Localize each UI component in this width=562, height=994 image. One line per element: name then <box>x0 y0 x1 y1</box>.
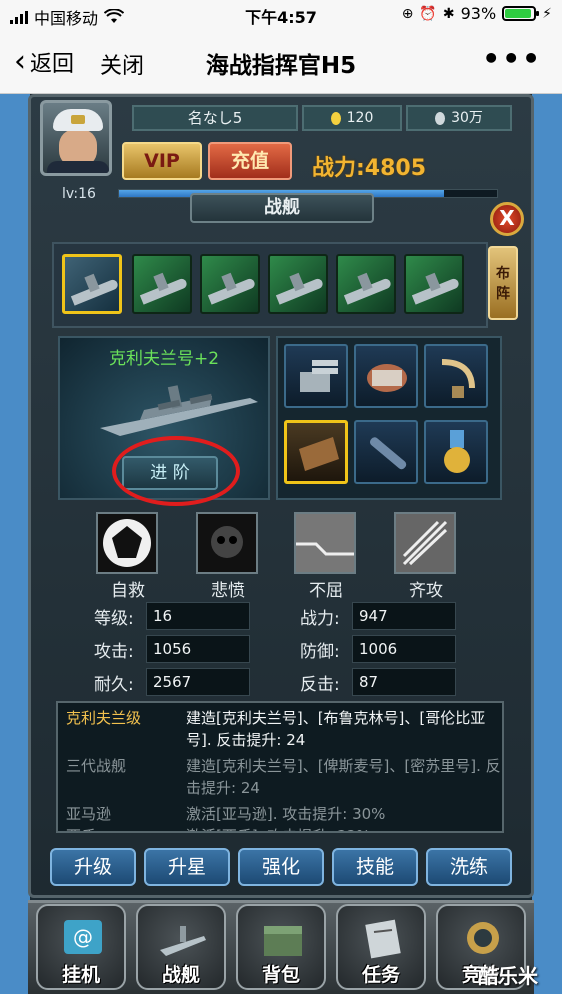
nav-bar: ‹ 返回 关闭 海战指挥官H5 ••• <box>0 30 562 94</box>
gold-coin-icon <box>330 111 341 125</box>
equip-medal-slot[interactable] <box>424 420 488 484</box>
more-menu-button[interactable]: ••• <box>482 42 542 75</box>
stat-power-label: 战力: <box>300 609 340 629</box>
stat-attack-label: 攻击: <box>94 642 134 662</box>
equip-radar-slot[interactable] <box>424 344 488 408</box>
star-up-button[interactable]: 升星 <box>144 848 230 886</box>
radar-icon <box>441 359 475 398</box>
deploy-button[interactable]: 布阵 <box>488 246 518 320</box>
svg-text:@: @ <box>73 925 93 949</box>
refine-button[interactable]: 洗练 <box>426 848 512 886</box>
ship-name: 克利夫兰号+2 <box>108 349 220 369</box>
watermark: 酷乐米 <box>478 964 538 988</box>
side-edge-left <box>0 94 30 994</box>
side-edge-right <box>532 94 562 994</box>
vip-button[interactable]: VIP <box>122 142 202 180</box>
backpack-icon <box>264 926 302 956</box>
player-avatar[interactable] <box>40 100 112 176</box>
skill-button[interactable]: 技能 <box>332 848 418 886</box>
nav-idle-button[interactable]: @ 挂机 <box>36 904 126 990</box>
stat-attack-value: 1056 <box>146 635 250 663</box>
player-level: lv:16 <box>62 186 96 202</box>
nav-mission-button[interactable]: 任务 <box>336 904 426 990</box>
status-bar: 中国移动 下午4:57 ⊕ ⏰ ✱ 93% ⚡ <box>0 0 562 30</box>
annotation-circle <box>112 436 240 506</box>
warship-icon <box>160 926 206 956</box>
stat-defense-value: 1006 <box>352 635 456 663</box>
torpedo-icon <box>369 437 407 470</box>
alarm-icon: ⏰ <box>419 5 437 22</box>
panel-title: 战舰 <box>190 193 374 223</box>
mission-icon <box>365 919 401 959</box>
orientation-lock-icon: ⊕ <box>401 5 414 22</box>
equip-torpedo-slot[interactable] <box>354 420 418 484</box>
silver-amount: 30万 <box>451 110 483 126</box>
enhance-button[interactable]: 强化 <box>238 848 324 886</box>
ship-slot-4[interactable] <box>268 254 328 314</box>
equip-turret-slot[interactable] <box>284 344 348 408</box>
engine-icon <box>367 364 407 392</box>
stat-counter-label: 反击: <box>300 675 340 695</box>
ship-slot-3[interactable] <box>200 254 260 314</box>
recharge-button[interactable]: 充值 <box>208 142 292 180</box>
nav-warship-button[interactable]: 战舰 <box>136 904 226 990</box>
upgrade-button[interactable]: 升级 <box>50 848 136 886</box>
bluetooth-icon: ✱ <box>442 5 455 22</box>
silver-display: 30万 <box>406 105 512 131</box>
stat-power-value: 947 <box>352 602 456 630</box>
ship-slot-5[interactable] <box>336 254 396 314</box>
page-title: 海战指挥官H5 <box>205 53 357 79</box>
ship-slot-2[interactable] <box>132 254 192 314</box>
stat-defense-label: 防御: <box>300 642 340 662</box>
battleship-image <box>100 385 258 436</box>
stat-durability-value: 2567 <box>146 668 250 696</box>
armor-plate-icon <box>299 437 339 471</box>
nav-backpack-button[interactable]: 背包 <box>236 904 326 990</box>
skull-skill-icon[interactable] <box>196 512 258 574</box>
total-power: 战力:4805 <box>312 156 427 181</box>
volley-skill-icon[interactable] <box>394 512 456 574</box>
ship-slot-1[interactable] <box>62 254 122 314</box>
skill-label: 自救 <box>111 581 145 601</box>
shield-skill-icon[interactable] <box>96 512 158 574</box>
stat-level-value: 16 <box>146 602 250 630</box>
skill-label: 齐攻 <box>409 581 443 601</box>
turret-icon <box>300 360 338 392</box>
bond-info-list[interactable]: 克利夫兰级 建造[克利夫兰号]、[布鲁克林号]、[哥伦比亚号]. 反击提升: 2… <box>56 701 504 833</box>
skill-label: 悲愤 <box>211 581 245 601</box>
equip-armor-slot[interactable] <box>284 420 348 484</box>
skill-label: 不屈 <box>309 581 343 601</box>
arena-icon <box>467 922 499 954</box>
stat-durability-label: 耐久: <box>94 675 134 695</box>
player-name: 名なし5 <box>132 105 298 131</box>
ship-slot-6[interactable] <box>404 254 464 314</box>
gold-display: 120 <box>302 105 402 131</box>
equip-engine-slot[interactable] <box>354 344 418 408</box>
gold-amount: 120 <box>346 110 374 126</box>
medal-icon <box>444 430 470 473</box>
battery-percent: 93% <box>460 4 497 23</box>
charging-icon: ⚡ <box>542 5 552 22</box>
stat-level-label: 等级: <box>94 609 134 629</box>
idle-icon: @ <box>64 920 102 954</box>
stat-counter-value: 87 <box>352 668 456 696</box>
armor-skill-icon[interactable] <box>294 512 356 574</box>
battery-icon <box>502 6 540 21</box>
silver-coin-icon <box>435 111 446 125</box>
panel-close-button[interactable]: X <box>490 202 524 236</box>
